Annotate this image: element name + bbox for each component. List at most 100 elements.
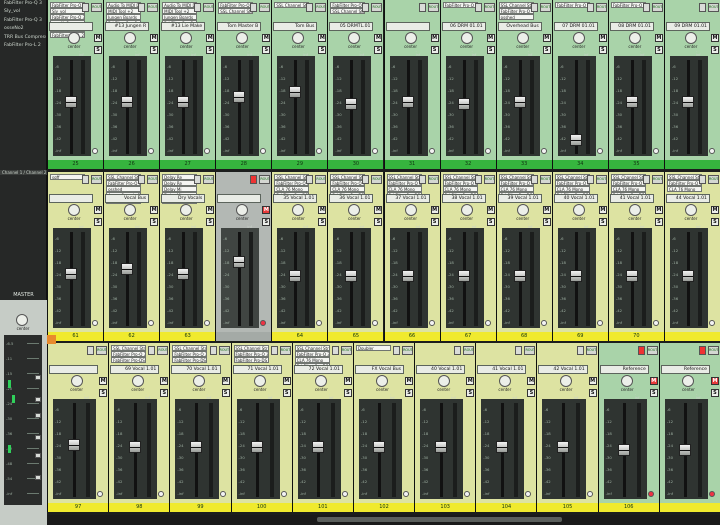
record-arm-button[interactable] — [250, 175, 258, 184]
mute-button[interactable]: M — [318, 34, 327, 42]
record-arm-button[interactable] — [194, 175, 202, 184]
track-name[interactable]: 39 Vocal 1.01 — [497, 194, 542, 203]
routing-button[interactable]: ROUTING — [147, 175, 159, 184]
solo-button[interactable]: S — [405, 389, 414, 397]
volume-fader[interactable] — [121, 96, 134, 108]
phase-button[interactable] — [708, 491, 715, 497]
track-name[interactable]: 42 Vocal 1.01 — [538, 365, 588, 374]
mute-button[interactable]: M — [150, 206, 159, 214]
phase-button[interactable] — [148, 320, 155, 326]
phase-button[interactable] — [428, 148, 435, 154]
channel-strip[interactable]: SSL Channel Str FabFilter Pro-Q osshed ROUT… — [495, 0, 552, 160]
track-name[interactable]: Overhead Bus — [497, 22, 542, 31]
mute-button[interactable]: M — [649, 377, 658, 385]
channel-strip[interactable]: Delay ReDelay ReDelay MiDelay MiDoublerR… — [159, 172, 216, 332]
channel-strip[interactable]: ROUTING40 Vocal 1.01MScenter-inf-6-12-18… — [414, 343, 476, 503]
phase-button[interactable] — [428, 320, 435, 326]
fx-slot[interactable]: SSL Channel Str — [274, 2, 310, 8]
track-number-bar[interactable]: 33 — [495, 160, 552, 169]
pan-knob[interactable] — [124, 32, 137, 44]
routing-button[interactable]: ROUTING — [524, 346, 536, 355]
track-number-bar[interactable] — [658, 503, 720, 512]
mute-button[interactable]: M — [710, 377, 719, 385]
pan-knob[interactable] — [376, 375, 389, 387]
record-arm-button[interactable] — [586, 175, 594, 184]
master-fx-slot[interactable]: FabFilter Pro-L 2 — [0, 42, 46, 50]
routing-button[interactable]: ROUTING — [646, 346, 658, 355]
routing-button[interactable]: ROUTING — [147, 3, 159, 12]
record-arm-button[interactable] — [586, 3, 594, 12]
routing-button[interactable]: ROUTING — [259, 175, 271, 184]
routing-button[interactable]: ROUTING — [651, 3, 663, 12]
record-arm-button[interactable] — [393, 346, 401, 355]
channel-strip[interactable]: FabFilter Pro-Q 3 ROUTING 07 DRM 01.01MSce… — [551, 0, 608, 160]
track-name[interactable]: 08 DRM 01.01 — [609, 22, 654, 31]
record-arm-button[interactable] — [138, 175, 146, 184]
pan-knob[interactable] — [68, 204, 81, 216]
volume-fader[interactable] — [177, 268, 190, 280]
pan-knob[interactable] — [236, 32, 249, 44]
mute-button[interactable]: M — [430, 206, 439, 214]
track-name[interactable]: 09 DRM 01.01 — [665, 22, 710, 31]
mute-button[interactable]: M — [486, 34, 495, 42]
solo-button[interactable]: S — [318, 218, 327, 226]
volume-fader[interactable] — [233, 91, 246, 103]
phase-button[interactable] — [204, 148, 211, 154]
solo-button[interactable]: S — [430, 218, 439, 226]
mute-button[interactable]: M — [654, 34, 663, 42]
phase-button[interactable] — [316, 148, 323, 154]
solo-button[interactable]: S — [150, 46, 159, 54]
fx-slot[interactable]: FabFilter Pro-Q 3 — [442, 2, 478, 8]
mute-button[interactable]: M — [542, 34, 551, 42]
volume-fader[interactable] — [457, 98, 470, 110]
volume-fader[interactable] — [65, 268, 78, 280]
track-number-bar[interactable]: 29 — [271, 160, 328, 169]
track-number-bar[interactable]: 102 — [352, 503, 415, 512]
pan-knob[interactable] — [498, 375, 511, 387]
channel-strip[interactable]: ROUTINGMScenter-inf-6-12-18-24-30-36-42-… — [383, 0, 440, 160]
phase-button[interactable] — [403, 491, 410, 497]
track-name[interactable]: 35 Vocal 1.01 — [273, 194, 318, 203]
phase-button[interactable] — [484, 320, 491, 326]
channel-strip[interactable]: SSL Channel Str FabFilter Pro-Q 3 CLA 76 M… — [271, 172, 328, 332]
phase-button[interactable] — [652, 148, 659, 154]
phase-button[interactable] — [219, 491, 226, 497]
pan-knob[interactable] — [404, 32, 417, 44]
mute-button[interactable]: M — [94, 206, 103, 214]
solo-button[interactable]: S — [374, 46, 383, 54]
phase-button[interactable] — [596, 148, 603, 154]
phase-button[interactable] — [372, 320, 379, 326]
solo-button[interactable]: S — [710, 389, 719, 397]
volume-fader[interactable] — [513, 96, 526, 108]
pan-knob[interactable] — [254, 375, 267, 387]
track-name[interactable]: Dry Vocals — [161, 194, 206, 203]
phase-button[interactable] — [280, 491, 287, 497]
channel-strip[interactable]: SSL Channel Str FabFilter Pro-Q 3 FabFilte… — [169, 343, 231, 503]
channel-strip[interactable]: FabFilter Pro-Q 3 ROUTING 06 DRM 01.01MSce… — [439, 0, 496, 160]
pan-knob[interactable] — [684, 32, 697, 44]
volume-fader[interactable] — [312, 441, 325, 453]
solo-button[interactable]: S — [598, 218, 607, 226]
track-number-bar[interactable]: 30 — [327, 160, 384, 169]
routing-button[interactable]: ROUTING — [707, 175, 719, 184]
track-name[interactable]: Tom Master B — [217, 22, 262, 31]
mute-button[interactable]: M — [374, 34, 383, 42]
mute-button[interactable]: M — [710, 206, 719, 214]
volume-fader[interactable] — [289, 270, 302, 282]
phase-button[interactable] — [158, 491, 165, 497]
solo-button[interactable]: S — [206, 46, 215, 54]
routing-button[interactable]: ROUTING — [96, 346, 108, 355]
channel-strip[interactable]: FabFilter Pro-Q 3 Sly_vol FabFilter Pro-Q … — [47, 0, 104, 160]
solo-button[interactable]: S — [654, 218, 663, 226]
routing-button[interactable]: ROUTING — [539, 3, 551, 12]
track-name[interactable]: 41 Vocal 1.01 — [609, 194, 654, 203]
phase-button[interactable] — [92, 148, 99, 154]
routing-button[interactable]: ROUTING — [483, 3, 495, 12]
channel-strip[interactable]: SSL Channel Str FabFilter Pro-Q 3 FabFilte… — [230, 343, 292, 503]
volume-fader[interactable] — [233, 256, 246, 268]
track-name[interactable]: FX Vocal Bus — [354, 365, 405, 374]
pan-knob[interactable] — [68, 32, 81, 44]
phase-button[interactable] — [204, 320, 211, 326]
channel-strip[interactable]: SSL Channel Str FabFilter Pro-Q 3 FabFilte… — [108, 343, 170, 503]
track-name[interactable]: 40 Vocal 1.01 — [416, 365, 466, 374]
